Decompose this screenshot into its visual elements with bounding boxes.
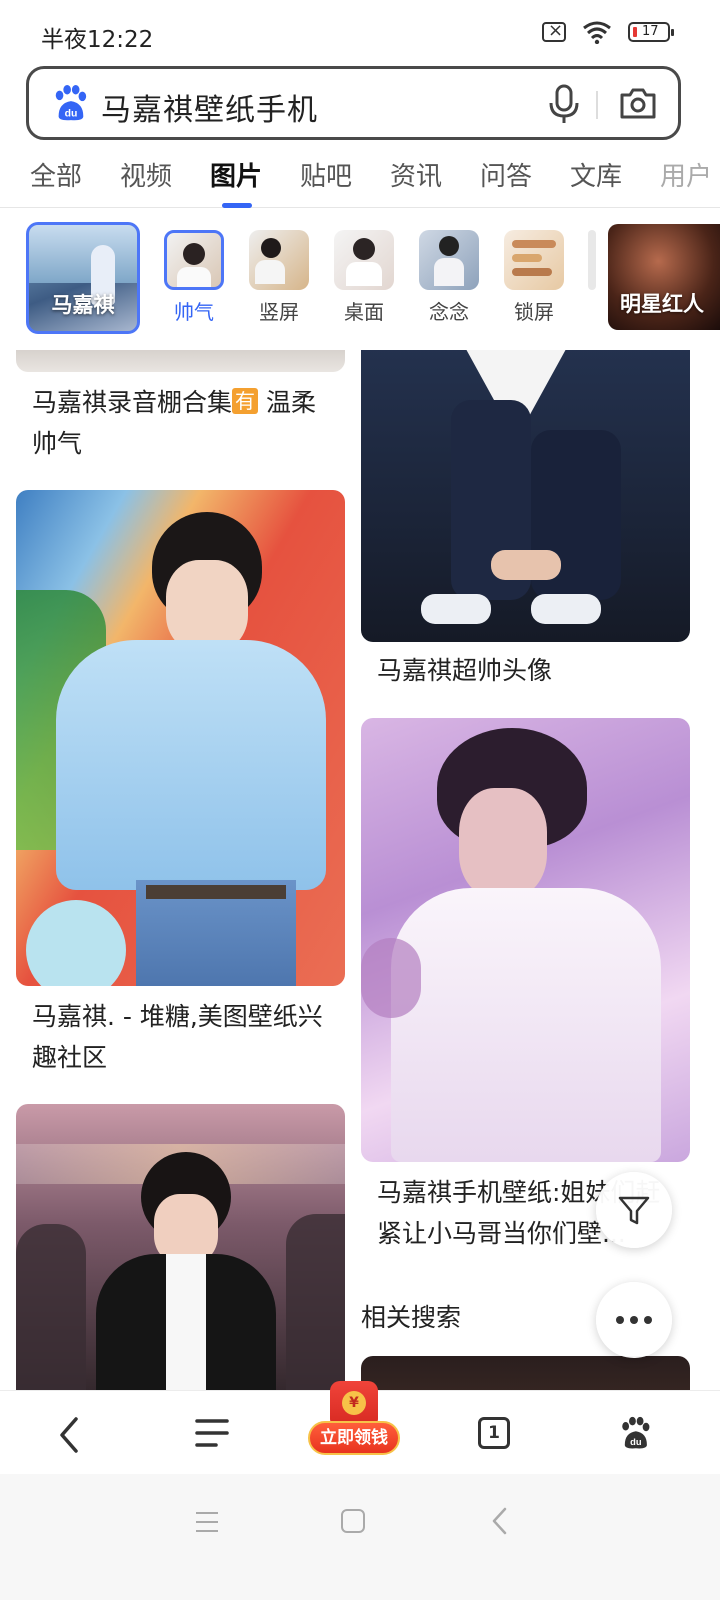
related-searches-title: 相关搜索	[361, 1303, 462, 1332]
chip-hero-right-label: 明星红人	[620, 292, 704, 316]
chip-label: 锁屏	[514, 300, 554, 324]
category-tabs: 全部 视频 图片 贴吧 资讯 问答 文库 用户	[0, 150, 720, 208]
browser-toolbar: ¥ 立即领钱 1 du	[0, 1381, 720, 1474]
search-input[interactable]: 马嘉祺壁纸手机	[101, 85, 318, 129]
battery-icon: 17	[628, 22, 674, 42]
image-card-black-suit[interactable]	[16, 1104, 345, 1390]
tab-qa[interactable]: 问答	[480, 156, 532, 193]
battery-level: 17	[642, 24, 659, 39]
system-nav-bar	[0, 1474, 720, 1600]
tab-images[interactable]: 图片	[210, 156, 262, 193]
microphone-icon[interactable]	[546, 83, 582, 125]
chip-desktop[interactable]: 桌面	[334, 230, 394, 325]
related-search-card[interactable]	[361, 1356, 690, 1390]
baidu-home-icon[interactable]: du	[618, 1415, 652, 1451]
filter-button[interactable]	[596, 1172, 672, 1248]
tab-news[interactable]: 资讯	[390, 156, 442, 193]
svg-text:du: du	[630, 1437, 642, 1447]
chip-scroll-edge	[588, 230, 596, 290]
menu-icon[interactable]	[194, 1417, 230, 1449]
chip-handsome[interactable]: 帅气	[164, 230, 224, 325]
chip-thumb	[249, 230, 309, 290]
image-card-blue-shirt[interactable]	[16, 490, 345, 986]
tab-wenku[interactable]: 文库	[570, 156, 622, 193]
filter-chips: 马嘉祺 帅气 竖屏 桌面 念念 锁屏 明星红人	[0, 218, 720, 342]
search-divider	[596, 91, 598, 119]
system-back-icon[interactable]	[490, 1506, 510, 1536]
chip-hero-photo	[29, 225, 137, 284]
status-bar: 半夜12:22 17	[0, 0, 720, 64]
tab-video[interactable]: 视频	[120, 156, 172, 193]
tab-count-button[interactable]: 1	[478, 1417, 510, 1449]
svg-text:du: du	[65, 108, 78, 119]
more-button[interactable]	[596, 1282, 672, 1358]
chip-label: 竖屏	[259, 300, 299, 324]
search-box[interactable]: du 马嘉祺壁纸手机	[26, 66, 681, 140]
tab-all[interactable]: 全部	[30, 156, 82, 193]
no-sim-icon	[542, 20, 566, 42]
chip-vertical[interactable]: 竖屏	[249, 230, 309, 325]
tab-users[interactable]: 用户	[660, 156, 720, 193]
chip-thumb	[334, 230, 394, 290]
home-icon[interactable]	[340, 1508, 366, 1534]
image-caption[interactable]: 马嘉祺录音棚合集有 温柔帅气	[32, 382, 332, 464]
caption-text: 马嘉祺录音棚合集	[32, 388, 233, 417]
back-icon[interactable]	[54, 1415, 84, 1455]
camera-icon[interactable]	[618, 85, 658, 121]
tab-active-indicator	[222, 203, 252, 208]
image-card-dark-suit[interactable]	[361, 350, 690, 642]
coin-icon: ¥	[342, 1391, 366, 1415]
tab-tieba[interactable]: 贴吧	[300, 156, 352, 193]
status-time: 半夜12:22	[41, 27, 154, 53]
image-caption[interactable]: 马嘉祺. - 堆糖,美图壁纸兴趣社区	[32, 996, 332, 1078]
chip-label: 桌面	[344, 300, 384, 324]
chip-hero-left-label: 马嘉祺	[51, 293, 115, 317]
promo-label: 立即领钱	[308, 1421, 400, 1455]
image-caption[interactable]: 马嘉祺超帅头像	[377, 650, 677, 691]
chip-lockscreen[interactable]: 锁屏	[504, 230, 564, 325]
status-icons: 17	[542, 20, 674, 44]
chip-thumb	[164, 230, 224, 290]
recents-icon[interactable]	[194, 1510, 220, 1534]
baidu-logo-icon: du	[55, 84, 87, 121]
wifi-icon	[583, 21, 611, 44]
chip-thumb	[419, 230, 479, 290]
image-card-white-shirt[interactable]	[361, 718, 690, 1162]
promo-claim-money-button[interactable]: ¥ 立即领钱	[308, 1381, 400, 1463]
chip-thumb	[504, 230, 564, 290]
chip-hero-left[interactable]: 马嘉祺	[26, 222, 140, 334]
chip-niannian[interactable]: 念念	[419, 230, 479, 325]
filter-icon	[618, 1196, 650, 1225]
more-icon	[616, 1316, 652, 1324]
chip-label: 帅气	[174, 300, 214, 324]
chip-hero-right[interactable]: 明星红人	[608, 224, 720, 330]
tag-badge: 有	[232, 388, 259, 414]
image-card-partial[interactable]	[16, 350, 345, 372]
chip-label: 念念	[429, 300, 469, 324]
